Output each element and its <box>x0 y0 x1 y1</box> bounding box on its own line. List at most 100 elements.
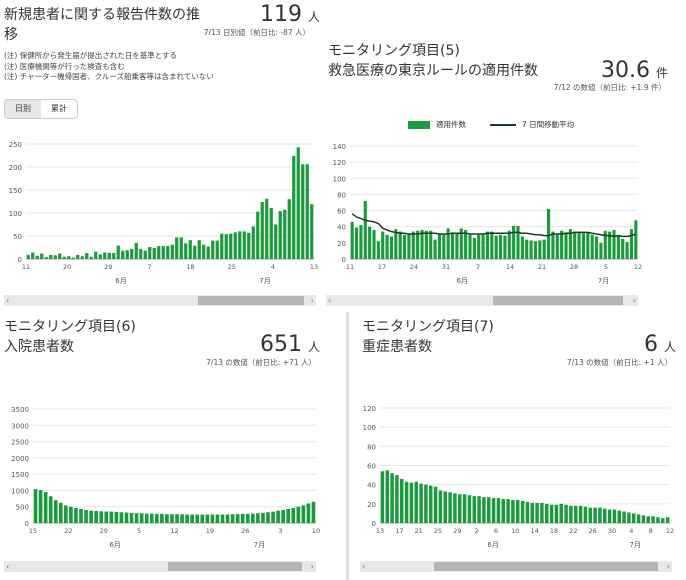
bar[interactable] <box>398 231 402 259</box>
bar[interactable] <box>433 486 438 523</box>
bar[interactable] <box>261 512 265 523</box>
bar[interactable] <box>503 235 507 259</box>
bar[interactable] <box>458 494 462 523</box>
bar[interactable] <box>134 513 139 523</box>
scroll-right-icon[interactable]: › <box>633 295 636 306</box>
bar[interactable] <box>485 231 490 259</box>
bar[interactable] <box>89 256 93 259</box>
bar[interactable] <box>603 508 607 523</box>
bar[interactable] <box>154 513 159 523</box>
bar[interactable] <box>380 471 385 523</box>
bar[interactable] <box>306 503 311 523</box>
bar[interactable] <box>224 234 228 259</box>
bar[interactable] <box>429 230 433 259</box>
bar[interactable] <box>487 497 491 523</box>
bar[interactable] <box>453 493 457 523</box>
bar[interactable] <box>533 241 538 259</box>
bar[interactable] <box>170 244 174 259</box>
bar[interactable] <box>175 237 179 259</box>
bar[interactable] <box>520 236 524 259</box>
bar[interactable] <box>507 230 511 259</box>
bar[interactable] <box>190 514 195 523</box>
bar[interactable] <box>481 233 485 259</box>
bar[interactable] <box>311 501 316 523</box>
bar[interactable] <box>74 508 78 523</box>
chart-scrollbar[interactable]: ‹ › <box>326 295 638 306</box>
bar[interactable] <box>395 475 399 523</box>
bar[interactable] <box>477 496 481 523</box>
bar[interactable] <box>69 506 73 523</box>
bar[interactable] <box>80 256 84 259</box>
bar[interactable] <box>516 500 520 523</box>
bar[interactable] <box>538 240 542 259</box>
scroll-left-icon[interactable]: ‹ <box>328 295 331 306</box>
bar[interactable] <box>266 512 270 523</box>
chart-scrollbar[interactable]: ‹ › <box>360 561 672 572</box>
toggle-cumulative[interactable]: 累計 <box>41 100 77 118</box>
bar[interactable] <box>240 513 245 523</box>
bar[interactable] <box>271 511 275 523</box>
bar[interactable] <box>89 510 93 523</box>
bar[interactable] <box>446 228 450 259</box>
bar[interactable] <box>26 254 30 259</box>
bar[interactable] <box>564 504 568 523</box>
bar[interactable] <box>651 516 655 523</box>
bar[interactable] <box>58 502 63 523</box>
scroll-right-icon[interactable]: › <box>311 295 314 306</box>
bar[interactable] <box>632 513 636 523</box>
bar[interactable] <box>501 499 505 523</box>
bar[interactable] <box>238 231 242 259</box>
bar[interactable] <box>230 514 235 523</box>
bar[interactable] <box>376 241 380 259</box>
bar[interactable] <box>429 485 433 523</box>
bar[interactable] <box>251 226 255 259</box>
bar[interactable] <box>390 473 394 523</box>
bar[interactable] <box>286 508 291 523</box>
scroll-thumb[interactable] <box>168 562 302 571</box>
bar[interactable] <box>205 514 210 523</box>
bar[interactable] <box>511 500 515 523</box>
bar[interactable] <box>545 503 549 523</box>
scroll-thumb[interactable] <box>434 562 658 571</box>
bar[interactable] <box>381 231 385 259</box>
bar[interactable] <box>420 229 424 259</box>
bar[interactable] <box>125 250 129 259</box>
bar[interactable] <box>276 510 280 523</box>
bar[interactable] <box>206 246 210 259</box>
bar[interactable] <box>144 513 149 523</box>
bar[interactable] <box>94 251 98 259</box>
bar[interactable] <box>40 253 44 259</box>
bar[interactable] <box>287 199 291 259</box>
bar[interactable] <box>220 233 224 259</box>
bar[interactable] <box>529 240 533 259</box>
bar[interactable] <box>44 257 48 259</box>
bar[interactable] <box>179 237 183 259</box>
bar[interactable] <box>256 211 260 259</box>
bar[interactable] <box>114 511 119 523</box>
bar[interactable] <box>58 253 62 259</box>
bar[interactable] <box>76 254 80 259</box>
bar[interactable] <box>215 514 220 523</box>
bar[interactable] <box>549 504 554 523</box>
bar[interactable] <box>617 510 621 523</box>
bar[interactable] <box>185 514 189 523</box>
bar[interactable] <box>157 246 161 259</box>
bar[interactable] <box>116 245 120 259</box>
bar[interactable] <box>607 509 612 523</box>
bar[interactable] <box>166 246 170 259</box>
bar[interactable] <box>402 234 407 259</box>
bar[interactable] <box>161 246 165 259</box>
bar[interactable] <box>625 242 629 259</box>
bar[interactable] <box>411 231 415 259</box>
bar[interactable] <box>578 505 583 523</box>
bar[interactable] <box>512 225 516 259</box>
bar[interactable] <box>301 505 306 523</box>
bar[interactable] <box>443 491 447 523</box>
bar[interactable] <box>627 512 631 523</box>
bar[interactable] <box>551 231 555 259</box>
bar[interactable] <box>84 509 88 523</box>
bar[interactable] <box>530 502 534 523</box>
scroll-thumb[interactable] <box>198 296 304 305</box>
bar[interactable] <box>359 225 363 259</box>
bar[interactable] <box>107 253 111 259</box>
